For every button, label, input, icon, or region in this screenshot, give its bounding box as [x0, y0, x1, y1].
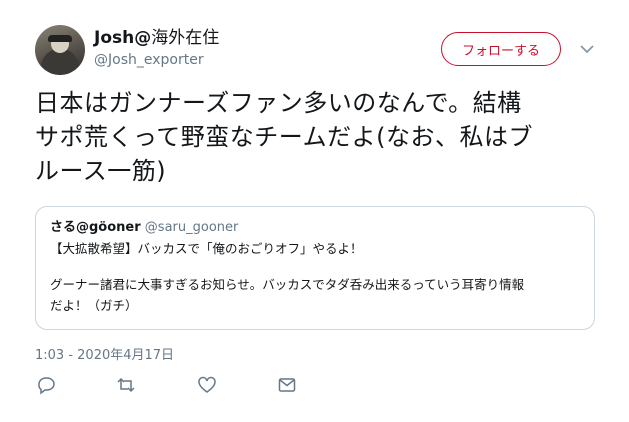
reply-icon[interactable] — [35, 374, 57, 396]
quoted-tweet-card[interactable]: さる@göoner @saru_gooner 【大拡散希望】バッカスで「俺のおご… — [35, 206, 595, 330]
quoted-author-name: さる@göoner — [50, 220, 141, 235]
author-name[interactable]: Josh@ — [94, 28, 151, 48]
tweet-line: サポ荒くって野蛮なチームだよ(なお、私はブ — [35, 123, 533, 151]
author-handle[interactable]: @Josh_exporter — [94, 51, 204, 69]
author-location: 海外在住 — [151, 28, 220, 48]
author-avatar[interactable] — [35, 25, 85, 75]
like-icon[interactable] — [196, 374, 218, 396]
author-display-name[interactable]: Josh@海外在住 — [94, 27, 219, 49]
follow-button[interactable]: フォローする — [441, 32, 561, 66]
tweet-line: 日本はガンナーズファン多いのなんで。結構 — [35, 89, 522, 117]
quoted-text-line: 【大拡散希望】バッカスで「俺のおごりオフ」やるよ！ — [50, 241, 363, 256]
quoted-text-line: だよ！（ガチ） — [50, 298, 138, 313]
message-icon[interactable] — [276, 374, 298, 396]
chevron-down-icon[interactable] — [578, 40, 596, 58]
tweet-line: ルース一筋) — [35, 157, 167, 185]
tweet-text: 日本はガンナーズファン多いのなんで。結構 サポ荒くって野蛮なチームだよ(なお、私… — [35, 86, 605, 188]
tweet-timestamp[interactable]: 1:03 - 2020年4月17日 — [35, 344, 174, 363]
quoted-text-line: グーナー諸君に大事すぎるお知らせ。バッカスでタダ呑み出来るっていう耳寄り情報 — [50, 277, 525, 292]
retweet-icon[interactable] — [115, 374, 137, 396]
quoted-author: さる@göoner @saru_gooner — [50, 219, 238, 237]
quoted-author-handle: @saru_gooner — [144, 220, 239, 235]
